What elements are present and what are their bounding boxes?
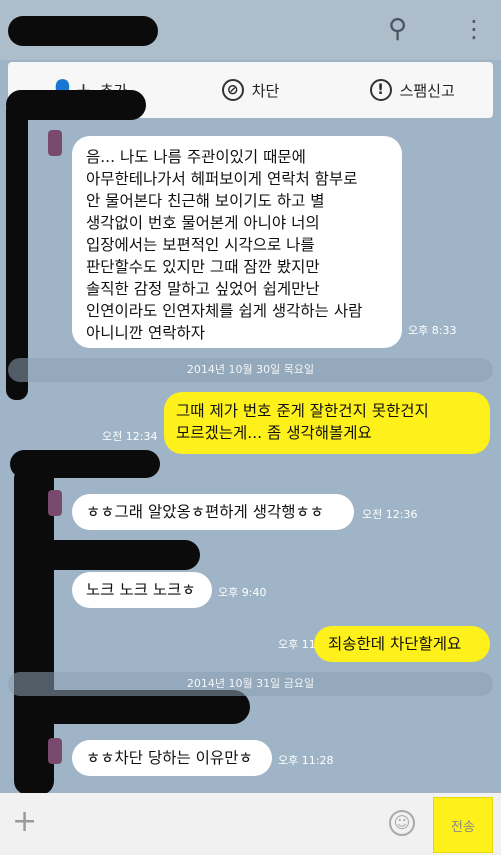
outgoing-message: 죄송한데 차단할게요 (314, 626, 490, 662)
redacted-avatar-1 (6, 100, 28, 400)
avatar (48, 490, 62, 516)
message-input-bar: + ☺ 전송 (0, 793, 501, 855)
message-time: 오전 12:36 (362, 508, 418, 521)
message-time: 오후 11:28 (278, 754, 334, 767)
block-label: 차단 (251, 81, 280, 100)
message-time: 오후 9:40 (218, 586, 267, 599)
date-divider: 2014년 10월 30일 목요일 (8, 358, 493, 382)
incoming-message: ㅎㅎ그래 알았옹ㅎ편하게 생각행ㅎㅎ (72, 494, 354, 530)
report-spam-button[interactable]: ! 스팸신고 (331, 79, 493, 101)
date-divider: 2014년 10월 31일 금요일 (8, 672, 493, 696)
message-input[interactable] (50, 801, 370, 847)
send-button[interactable]: 전송 (433, 797, 493, 853)
plus-icon[interactable]: + (12, 807, 37, 837)
avatar (48, 738, 62, 764)
emoji-icon[interactable]: ☺ (389, 810, 415, 836)
avatar (48, 130, 62, 156)
chat-header: ⚲ ⋮ (0, 0, 501, 60)
block-button[interactable]: ⊘ 차단 (170, 79, 332, 101)
outgoing-message: 그때 제가 번호 준게 잘한건지 못한건지 모르겠는게... 좀 생각해볼게요 (164, 392, 490, 454)
report-spam-label: 스팸신고 (399, 81, 455, 100)
exclamation-icon: ! (369, 79, 392, 101)
block-icon: ⊘ (221, 79, 244, 101)
message-time: 오전 12:34 (102, 430, 158, 443)
message-time: 오후 8:33 (408, 324, 457, 337)
search-icon[interactable]: ⚲ (388, 14, 407, 44)
more-vertical-icon[interactable]: ⋮ (462, 14, 486, 44)
incoming-message: 노크 노크 노크ㅎ (72, 572, 212, 608)
redacted-name-3 (30, 540, 200, 570)
incoming-message: ㅎㅎ차단 당하는 이유만ㅎ (72, 740, 272, 776)
redacted-contact-name (8, 16, 158, 46)
incoming-message: 음... 나도 나름 주관이있기 때문에 아무한테나가서 헤퍼보이게 연락처 함… (72, 136, 402, 348)
